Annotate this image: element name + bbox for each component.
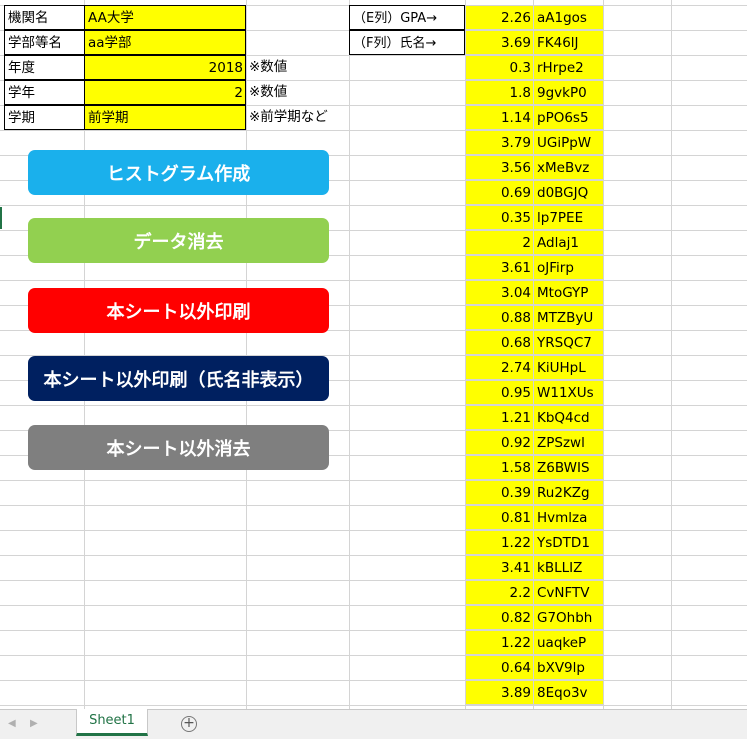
gpa-cell[interactable]: 2 <box>465 230 534 255</box>
gpa-cell[interactable]: 3.79 <box>465 130 534 155</box>
student-name-cell[interactable]: Z6BWIS <box>533 455 604 480</box>
grade-note: ※数値 <box>249 84 288 100</box>
scroll-left-icon[interactable]: ◀ <box>8 718 16 729</box>
gpa-cell[interactable]: 0.81 <box>465 505 534 530</box>
student-name-cell[interactable]: YsDTD1 <box>533 530 604 555</box>
student-name-cell[interactable]: MtoGYP <box>533 280 604 305</box>
gpa-cell[interactable]: 1.14 <box>465 105 534 130</box>
sheet-tab-bar: ◀ ▶ Sheet1 + <box>0 709 747 739</box>
year-note: ※数値 <box>249 59 288 75</box>
plus-circle-icon[interactable]: + <box>181 716 197 732</box>
student-name-cell[interactable]: MTZByU <box>533 305 604 330</box>
gpa-cell[interactable]: 1.21 <box>465 405 534 430</box>
student-name-cell[interactable]: G7Ohbh <box>533 605 604 630</box>
gpa-cell[interactable]: 0.82 <box>465 605 534 630</box>
gpa-cell[interactable]: 0.35 <box>465 205 534 230</box>
faculty-label[interactable]: 学部等名 <box>4 30 85 55</box>
student-name-cell[interactable]: W11XUs <box>533 380 604 405</box>
student-name-cell[interactable]: pPO6s5 <box>533 105 604 130</box>
print-other-sheets-hide-names-button[interactable]: 本シート以外印刷（氏名非表示） <box>28 356 329 401</box>
gpa-cell[interactable]: 3.56 <box>465 155 534 180</box>
student-name-cell[interactable]: 8Eqo3v <box>533 680 604 705</box>
term-value[interactable]: 前学期 <box>84 105 246 130</box>
gpa-cell[interactable]: 3.04 <box>465 280 534 305</box>
student-name-cell[interactable]: 9gvkP0 <box>533 80 604 105</box>
student-name-cell[interactable]: Ru2KZg <box>533 480 604 505</box>
student-name-cell[interactable]: YRSQC7 <box>533 330 604 355</box>
faculty-value[interactable]: aa学部 <box>84 30 246 55</box>
year-label[interactable]: 年度 <box>4 55 85 80</box>
student-name-cell[interactable]: CvNFTV <box>533 580 604 605</box>
student-name-cell[interactable]: Hvmlza <box>533 505 604 530</box>
gpa-cell[interactable]: 0.69 <box>465 180 534 205</box>
gpa-cell[interactable]: 3.61 <box>465 255 534 280</box>
gpa-cell[interactable]: 2.2 <box>465 580 534 605</box>
gpa-cell[interactable]: 0.3 <box>465 55 534 80</box>
student-name-cell[interactable]: KbQ4cd <box>533 405 604 430</box>
gpa-cell[interactable]: 1.22 <box>465 630 534 655</box>
create-histogram-button[interactable]: ヒストグラム作成 <box>28 150 329 195</box>
student-name-cell[interactable]: bXV9lp <box>533 655 604 680</box>
gpa-cell[interactable]: 3.89 <box>465 680 534 705</box>
grid-row-line <box>0 580 747 581</box>
student-name-cell[interactable]: oJFirp <box>533 255 604 280</box>
gpa-cell[interactable]: 1.22 <box>465 530 534 555</box>
term-note: ※前学期など <box>249 109 328 125</box>
year-value[interactable]: 2018 <box>84 55 246 80</box>
gpa-cell[interactable]: 0.95 <box>465 380 534 405</box>
term-label[interactable]: 学期 <box>4 105 85 130</box>
gpa-cell[interactable]: 0.92 <box>465 430 534 455</box>
grade-label[interactable]: 学年 <box>4 80 85 105</box>
gpa-cell[interactable]: 2.74 <box>465 355 534 380</box>
selection-marker <box>0 207 2 229</box>
grid-row-line <box>0 655 747 656</box>
name-column-hint[interactable]: （F列）氏名→ <box>349 30 465 55</box>
delete-other-sheets-button[interactable]: 本シート以外消去 <box>28 425 329 470</box>
student-name-cell[interactable]: KiUHpL <box>533 355 604 380</box>
student-name-cell[interactable]: uaqkeP <box>533 630 604 655</box>
institution-value[interactable]: AA大学 <box>84 5 246 30</box>
institution-label[interactable]: 機関名 <box>4 5 85 30</box>
grid-row-line <box>0 680 747 681</box>
gpa-cell[interactable]: 0.64 <box>465 655 534 680</box>
spreadsheet-grid[interactable]: 機関名 AA大学 学部等名 aa学部 年度 2018 ※数値 学年 2 ※数値 … <box>0 0 747 709</box>
gpa-cell[interactable]: 1.8 <box>465 80 534 105</box>
grid-row-line <box>0 555 747 556</box>
grid-row-line <box>0 405 747 406</box>
grid-row-line <box>0 280 747 281</box>
gpa-cell[interactable]: 1.58 <box>465 455 534 480</box>
grid-row-line <box>0 205 747 206</box>
student-name-cell[interactable]: Adlaj1 <box>533 230 604 255</box>
grid-row-line <box>0 705 747 706</box>
grade-value[interactable]: 2 <box>84 80 246 105</box>
gpa-cell[interactable]: 3.69 <box>465 30 534 55</box>
tab-sheet1[interactable]: Sheet1 <box>76 709 148 736</box>
student-name-cell[interactable]: rHrpe2 <box>533 55 604 80</box>
student-name-cell[interactable]: aA1gos <box>533 5 604 30</box>
gpa-cell[interactable]: 0.68 <box>465 330 534 355</box>
student-name-cell[interactable]: d0BGJQ <box>533 180 604 205</box>
gpa-column-hint[interactable]: （E列）GPA→ <box>349 5 465 30</box>
student-name-cell[interactable]: ZPSzwl <box>533 430 604 455</box>
scroll-right-icon[interactable]: ▶ <box>30 718 38 729</box>
print-other-sheets-button[interactable]: 本シート以外印刷 <box>28 288 329 333</box>
student-name-cell[interactable]: xMeBvz <box>533 155 604 180</box>
student-name-cell[interactable]: UGiPpW <box>533 130 604 155</box>
student-name-cell[interactable]: lp7PEE <box>533 205 604 230</box>
student-name-cell[interactable]: FK46lJ <box>533 30 604 55</box>
gpa-cell[interactable]: 0.39 <box>465 480 534 505</box>
grid-row-line <box>0 530 747 531</box>
grid-row-line <box>0 480 747 481</box>
grid-row-line <box>0 505 747 506</box>
student-name-cell[interactable]: kBLLIZ <box>533 555 604 580</box>
gpa-cell[interactable]: 0.88 <box>465 305 534 330</box>
grid-row-line <box>0 630 747 631</box>
gpa-cell[interactable]: 2.26 <box>465 5 534 30</box>
gpa-cell[interactable]: 3.41 <box>465 555 534 580</box>
grid-row-line <box>0 605 747 606</box>
clear-data-button[interactable]: データ消去 <box>28 218 329 263</box>
